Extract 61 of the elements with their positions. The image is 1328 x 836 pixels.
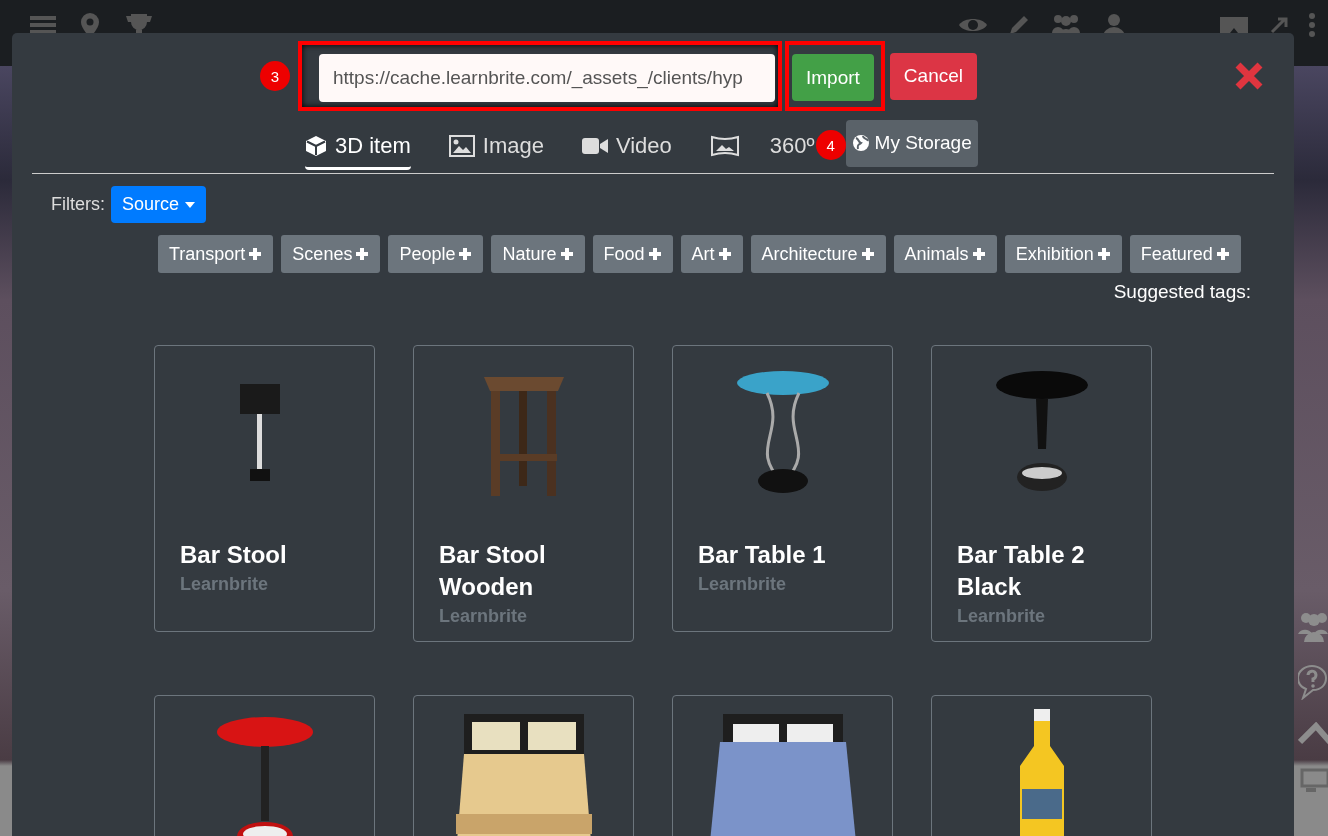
tag-button[interactable]: Transport bbox=[158, 235, 274, 273]
filters-label: Filters: bbox=[51, 194, 105, 215]
import-button[interactable]: Import bbox=[792, 54, 874, 101]
tag-button[interactable]: People bbox=[388, 235, 484, 273]
image-icon bbox=[448, 134, 475, 157]
menu-icon[interactable] bbox=[30, 14, 56, 36]
vr-headset-icon[interactable] bbox=[1218, 14, 1250, 36]
my-storage-button[interactable]: My Storage bbox=[845, 119, 978, 167]
close-icon[interactable] bbox=[1234, 61, 1264, 91]
plus-icon bbox=[717, 247, 732, 261]
tab[interactable]: 360º bbox=[709, 122, 815, 170]
arrow-icon[interactable] bbox=[1270, 16, 1288, 34]
url-field[interactable]: https://cache.learnbrite.com/_assets_/clients/hyp bbox=[319, 54, 775, 102]
tab[interactable]: Video bbox=[581, 122, 672, 170]
plus-icon bbox=[971, 247, 986, 261]
cube-icon bbox=[305, 134, 327, 157]
caret-icon bbox=[185, 201, 196, 208]
chevron-up-icon[interactable] bbox=[1298, 722, 1328, 746]
more-icon[interactable] bbox=[1308, 13, 1316, 37]
step-marker: 4 bbox=[815, 130, 846, 160]
tab[interactable]: Image bbox=[448, 122, 544, 170]
monitor-icon[interactable] bbox=[1300, 768, 1328, 794]
source-dropdown[interactable]: Source bbox=[111, 186, 207, 223]
tag-button[interactable]: Scenes bbox=[281, 235, 381, 273]
group-icon[interactable] bbox=[1298, 610, 1328, 642]
asset-card[interactable]: Bar Stool Wooden Learnbrite bbox=[413, 345, 634, 642]
asset-source: Learnbrite bbox=[957, 605, 1047, 627]
plus-icon bbox=[1215, 247, 1230, 261]
tag-button[interactable]: Architecture bbox=[750, 235, 886, 273]
help-bubble-icon[interactable] bbox=[1298, 664, 1328, 700]
video-camera-icon bbox=[581, 136, 608, 155]
asset-title: Bar Stool bbox=[180, 540, 288, 570]
asset-title: Bar Table 2 Black bbox=[957, 540, 1086, 602]
plus-icon bbox=[1096, 247, 1111, 261]
asset-card[interactable]: Bar Table 1 Learnbrite bbox=[672, 345, 893, 632]
tag-button[interactable]: Exhibition bbox=[1004, 235, 1122, 273]
cancel-button[interactable]: Cancel bbox=[889, 52, 977, 100]
tag-button[interactable]: Animals bbox=[893, 235, 997, 273]
plus-icon bbox=[458, 247, 473, 261]
asset-title: Bar Stool Wooden bbox=[439, 540, 547, 602]
suggested-tags-label: Suggested tags: bbox=[1112, 280, 1252, 303]
tag-button[interactable]: Featured bbox=[1129, 235, 1241, 273]
panorama-icon bbox=[709, 134, 740, 157]
tab[interactable]: 3D item bbox=[305, 122, 411, 170]
tag-button[interactable]: Nature bbox=[491, 235, 585, 273]
step-marker: 3 bbox=[260, 61, 290, 91]
plus-icon bbox=[647, 247, 662, 261]
asset-source: Learnbrite bbox=[698, 573, 788, 595]
pencil-icon[interactable] bbox=[1008, 14, 1030, 36]
asset-card[interactable]: Bar Table 2 Black Learnbrite bbox=[931, 345, 1152, 642]
plus-icon bbox=[355, 247, 370, 261]
globe-icon bbox=[851, 134, 870, 152]
plus-icon bbox=[860, 247, 875, 261]
asset-source: Learnbrite bbox=[439, 605, 529, 627]
asset-card[interactable]: Bar Stool Learnbrite bbox=[154, 345, 375, 632]
plus-icon bbox=[559, 247, 574, 261]
plus-icon bbox=[248, 247, 263, 261]
asset-title: Bar Table 1 bbox=[698, 540, 827, 570]
tag-button[interactable]: Art bbox=[680, 235, 743, 273]
tag-button[interactable]: Food bbox=[592, 235, 673, 273]
asset-source: Learnbrite bbox=[180, 573, 270, 595]
